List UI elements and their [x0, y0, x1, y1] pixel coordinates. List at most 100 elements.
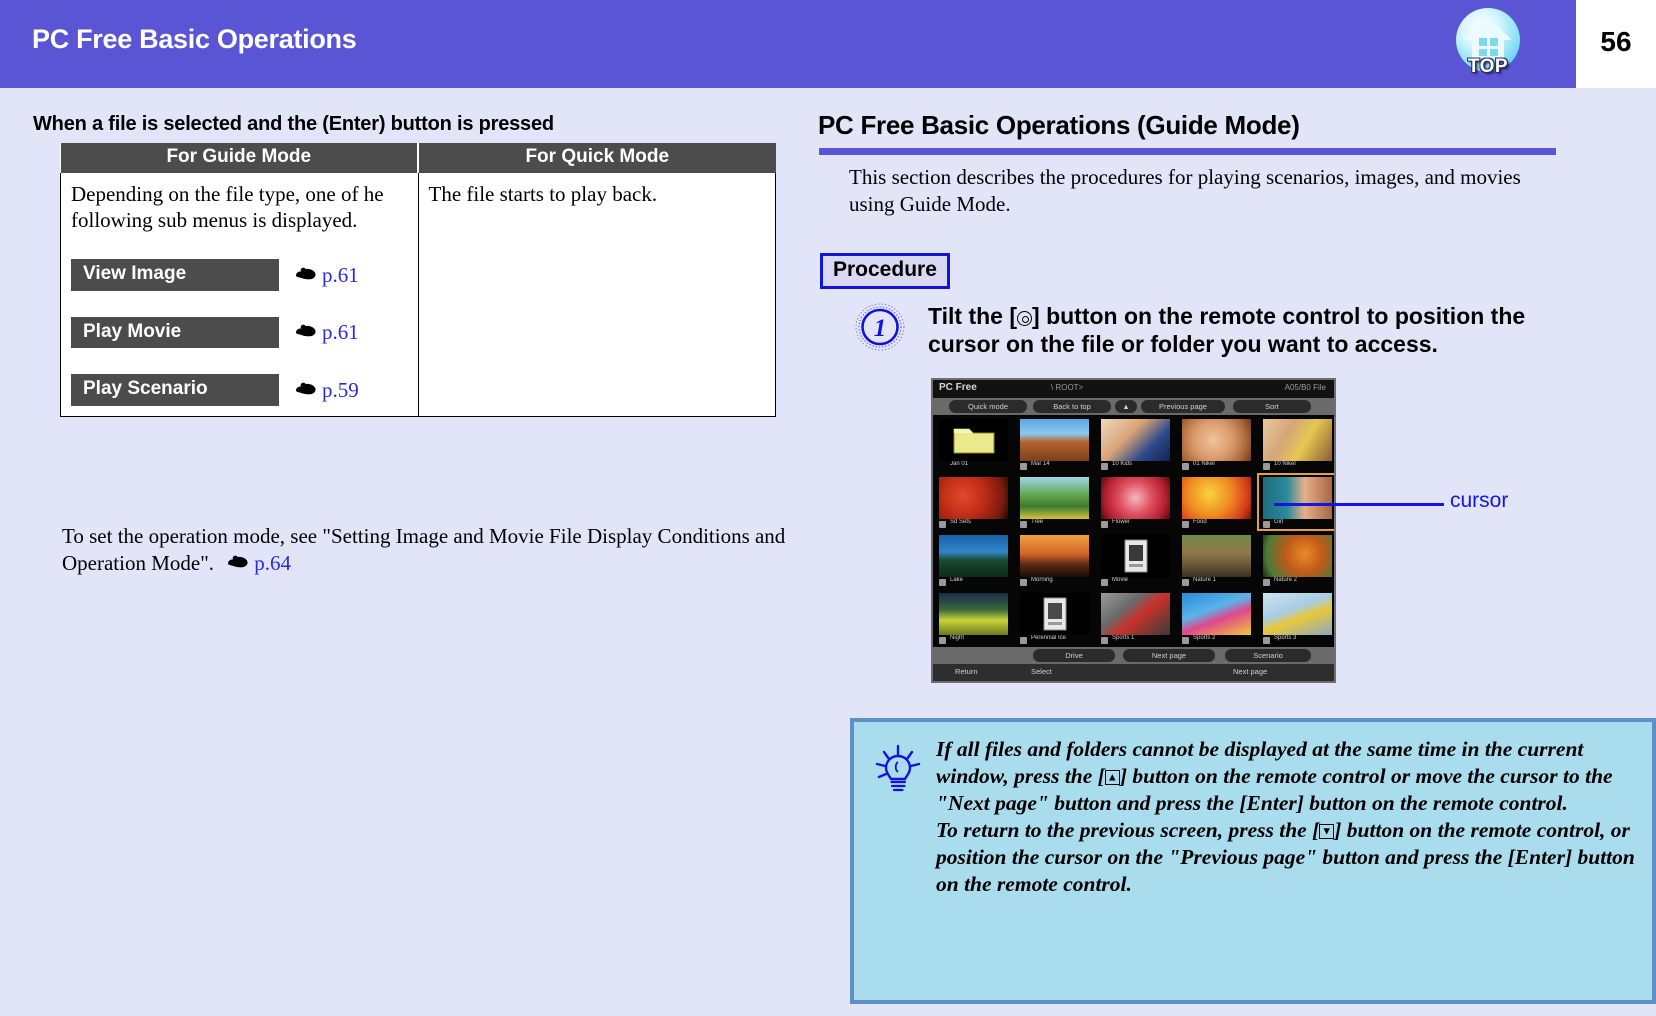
- thumbnail-image: [939, 593, 1008, 635]
- screenshot-bottom-button[interactable]: Scenario: [1225, 649, 1311, 662]
- menu-pill-label: Play Movie: [71, 316, 279, 349]
- thumbnail-cell[interactable]: Tree: [1014, 473, 1095, 531]
- procedure-badge: Procedure: [820, 253, 950, 289]
- screenshot-menu-button[interactable]: Previous page: [1141, 400, 1225, 413]
- screenshot-menu-button[interactable]: Sort: [1233, 400, 1311, 413]
- thumbnail-cell[interactable]: Sports 2: [1176, 589, 1257, 647]
- column-header-guide-mode: For Guide Mode: [60, 143, 418, 173]
- projector-screenshot: PC Free \ ROOT> A05/B0 File Quick mode B…: [931, 378, 1336, 683]
- menu-item-play-movie[interactable]: Play Movie p.61: [71, 316, 408, 349]
- thumbnail-cell[interactable]: Jan 01: [933, 415, 1014, 473]
- thumbnail-cell[interactable]: Sd Sets: [933, 473, 1014, 531]
- file-type-icon: [1020, 637, 1027, 644]
- thumbnail-cell[interactable]: Mar 14: [1014, 415, 1095, 473]
- thumbnail-label: Lake: [950, 577, 964, 583]
- screenshot-bottom-button[interactable]: Next page: [1123, 649, 1215, 662]
- section-rule: [819, 148, 1556, 155]
- thumbnail-cell[interactable]: Sports 1: [1095, 589, 1176, 647]
- thumbnail-cell[interactable]: Night: [933, 589, 1014, 647]
- file-type-icon: [1182, 521, 1189, 528]
- pointing-hand-icon: [295, 262, 317, 288]
- screenshot-bottombar: Drive Next page Scenario: [933, 647, 1334, 664]
- top-icon-label: TOP: [1467, 56, 1509, 77]
- cursor-callout-label: cursor: [1450, 489, 1509, 512]
- thumbnail-cell[interactable]: Perennial Ice: [1014, 589, 1095, 647]
- thumbnail-cell[interactable]: Food: [1176, 473, 1257, 531]
- thumbnail-image: [1020, 477, 1089, 519]
- thumbnail-cell-selected[interactable]: Girl: [1257, 473, 1334, 531]
- page-reference-note[interactable]: p.64: [227, 550, 291, 577]
- page-ref-link[interactable]: p.59: [322, 377, 359, 403]
- page-ref-link[interactable]: p.64: [254, 550, 291, 577]
- thumbnail-cell[interactable]: Lake: [933, 531, 1014, 589]
- screenshot-status-right: A05/B0 File: [1284, 383, 1326, 392]
- file-type-icon: [1182, 637, 1189, 644]
- thumbnail-image: [1020, 535, 1089, 577]
- thumbnail-image: [1101, 593, 1170, 635]
- pointing-hand-icon: [227, 550, 249, 577]
- thumbnail-label: Movie: [1112, 577, 1129, 583]
- tip-line2-before: To return to the previous screen, press …: [936, 818, 1320, 843]
- page-reference-play-movie[interactable]: p.61: [295, 319, 359, 345]
- column-header-quick-mode: For Quick Mode: [417, 143, 776, 173]
- page-reference-view-image[interactable]: p.61: [295, 262, 359, 288]
- thumbnail-image: [1263, 593, 1332, 635]
- thumbnail-image: [1101, 477, 1170, 519]
- thumbnail-label: Morning: [1031, 577, 1053, 583]
- section-description: This section describes the procedures fo…: [849, 165, 1521, 216]
- movie-file-icon: [1020, 593, 1089, 635]
- mode-comparison-table: For Guide Mode For Quick Mode Depending …: [60, 143, 776, 417]
- thumbnail-label: Nature 1: [1193, 577, 1217, 583]
- thumbnail-cell[interactable]: 10 Nikel: [1257, 415, 1334, 473]
- thumbnail-cell[interactable]: Movie: [1095, 531, 1176, 589]
- table-header-row: For Guide Mode For Quick Mode: [60, 143, 776, 173]
- thumbnail-cell[interactable]: 01 Nikel: [1176, 415, 1257, 473]
- page-down-button-icon: ▼: [1319, 824, 1335, 840]
- guide-intro-text: Depending on the file type, one of he fo…: [71, 182, 384, 233]
- menu-item-view-image[interactable]: View Image p.61: [71, 259, 408, 291]
- thumbnail-label: Sports 3: [1274, 635, 1297, 641]
- file-type-icon: [1020, 463, 1027, 470]
- thumbnail-image: [1263, 419, 1332, 461]
- file-type-icon: [1101, 521, 1108, 528]
- screenshot-status-button[interactable]: Next page: [1233, 667, 1267, 676]
- page-up-button-icon: ▲: [1104, 770, 1120, 786]
- left-subheading: When a file is selected and the (Enter) …: [33, 113, 554, 135]
- file-type-icon: [1263, 463, 1270, 470]
- thumbnail-label: Perennial Ice: [1031, 635, 1067, 641]
- screenshot-status-button[interactable]: Select: [1031, 667, 1052, 676]
- file-type-icon: [939, 521, 946, 528]
- file-type-icon: [1101, 463, 1108, 470]
- tip-box: If all files and folders cannot be displ…: [850, 718, 1656, 1004]
- thumbnail-cell[interactable]: 10 Kids: [1095, 415, 1176, 473]
- file-type-icon: [1101, 579, 1108, 586]
- thumbnail-label: Sports 2: [1193, 635, 1216, 641]
- page-ref-link[interactable]: p.61: [322, 319, 359, 345]
- menu-pill-label: Play Scenario: [71, 374, 279, 406]
- thumbnail-cell[interactable]: Flower: [1095, 473, 1176, 531]
- page-reference-play-scenario[interactable]: p.59: [295, 377, 359, 403]
- top-icon[interactable]: TOP: [1452, 8, 1524, 84]
- screenshot-menu-button[interactable]: Quick mode: [949, 400, 1027, 413]
- thumbnail-cell[interactable]: Morning: [1014, 531, 1095, 589]
- quick-mode-cell: The file starts to play back.: [417, 173, 776, 417]
- file-type-icon: [1182, 463, 1189, 470]
- thumbnail-label: Sports 1: [1112, 635, 1135, 641]
- thumbnail-image: [1182, 535, 1251, 577]
- screenshot-menu-button[interactable]: Back to top: [1033, 400, 1111, 413]
- screenshot-menubar: Quick mode Back to top ▲ Previous page S…: [933, 398, 1334, 415]
- page-number: 56: [1600, 26, 1632, 57]
- thumbnail-label: Food: [1193, 519, 1207, 525]
- thumbnail-cell[interactable]: Nature 1: [1176, 531, 1257, 589]
- thumbnail-image: [1263, 477, 1332, 519]
- folder-icon: [939, 419, 1008, 461]
- menu-item-play-scenario[interactable]: Play Scenario p.59: [71, 374, 408, 406]
- screenshot-bottom-button[interactable]: Drive: [1033, 649, 1115, 662]
- thumbnail-cell[interactable]: Nature 2: [1257, 531, 1334, 589]
- screenshot-menu-button[interactable]: ▲: [1115, 400, 1137, 413]
- thumbnail-label: Girl: [1274, 519, 1284, 525]
- thumbnail-cell[interactable]: Sports 3: [1257, 589, 1334, 647]
- page-ref-link[interactable]: p.61: [322, 262, 359, 288]
- screenshot-status-button[interactable]: Return: [955, 667, 978, 676]
- page-title: PC Free Basic Operations: [32, 24, 357, 54]
